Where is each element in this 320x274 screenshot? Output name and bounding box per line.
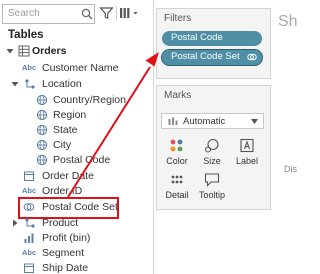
field-product[interactable]: Product bbox=[0, 216, 150, 231]
filter-icon[interactable] bbox=[99, 6, 114, 20]
field-label: Ship Date bbox=[42, 262, 89, 274]
data-pane: Search Tables Orders Abc Customer Name L… bbox=[0, 0, 154, 274]
label-button[interactable]: Label bbox=[233, 136, 261, 168]
color-button[interactable]: Color bbox=[163, 136, 191, 168]
chevron-down-icon bbox=[251, 119, 258, 124]
pill-label: Postal Code bbox=[171, 32, 223, 43]
field-label: City bbox=[53, 139, 72, 151]
bin-icon bbox=[24, 233, 34, 243]
field-city[interactable]: City bbox=[0, 138, 150, 153]
globe-icon bbox=[36, 124, 48, 136]
field-location[interactable]: Location bbox=[0, 77, 150, 92]
field-segment[interactable]: Abc Segment bbox=[0, 246, 150, 261]
field-label: Country/Region bbox=[53, 94, 126, 106]
field-profit-bin[interactable]: Profit (bin) bbox=[0, 231, 150, 246]
set-icon bbox=[247, 53, 257, 61]
field-country-region[interactable]: Country/Region bbox=[0, 93, 150, 108]
mark-type-icon bbox=[168, 117, 178, 125]
field-label: Order ID bbox=[42, 185, 83, 197]
color-label: Color bbox=[166, 156, 188, 166]
field-customer-name[interactable]: Abc Customer Name bbox=[0, 61, 150, 76]
field-label: Segment bbox=[42, 247, 85, 259]
table-icon bbox=[18, 45, 30, 57]
toolbar-divider bbox=[116, 6, 117, 20]
tables-heading: Tables bbox=[8, 29, 44, 41]
canvas-text: Dis bbox=[284, 164, 297, 174]
field-order-date[interactable]: Order Date bbox=[0, 169, 150, 184]
label-label: Label bbox=[235, 156, 259, 166]
filters-title: Filters bbox=[164, 13, 192, 24]
color-dots-icon bbox=[170, 139, 183, 152]
pill-label: Postal Code Set bbox=[171, 51, 240, 62]
marks-title: Marks bbox=[164, 90, 192, 101]
abc-string-icon: Abc bbox=[22, 63, 37, 72]
field-label: Orders bbox=[32, 45, 67, 57]
size-label: Size bbox=[203, 156, 221, 166]
detail-dots-icon bbox=[171, 175, 183, 184]
detail-button[interactable]: Detail bbox=[163, 170, 191, 202]
abc-string-icon: Abc bbox=[22, 186, 37, 195]
globe-icon bbox=[36, 94, 48, 106]
tooltip-button[interactable]: Tooltip bbox=[198, 170, 226, 202]
calendar-icon bbox=[24, 263, 34, 273]
field-label: Region bbox=[53, 109, 87, 121]
chevron-right-icon[interactable] bbox=[10, 218, 20, 228]
detail-label: Detail bbox=[165, 190, 189, 200]
field-label: Profit (bin) bbox=[42, 232, 91, 244]
chevron-down-icon[interactable] bbox=[5, 46, 15, 56]
calendar-icon bbox=[24, 171, 34, 181]
marks-card: Marks Automatic Color Size Label Detail … bbox=[156, 85, 271, 210]
mark-type-label: Automatic bbox=[183, 116, 226, 127]
mark-type-dropdown[interactable]: Automatic bbox=[161, 113, 264, 129]
field-label: Location bbox=[42, 78, 82, 90]
globe-icon bbox=[36, 154, 48, 166]
hierarchy-icon bbox=[25, 79, 35, 89]
globe-icon bbox=[36, 109, 48, 121]
filter-pill-postal-code-set[interactable]: Postal Code Set bbox=[161, 49, 263, 66]
label-icon bbox=[240, 138, 254, 153]
sheet-title: Sh bbox=[278, 13, 298, 30]
hierarchy-icon bbox=[25, 218, 35, 228]
abc-string-icon: Abc bbox=[22, 248, 37, 257]
size-button[interactable]: Size bbox=[198, 136, 226, 168]
size-icon bbox=[204, 138, 219, 153]
field-label: Order Date bbox=[42, 170, 94, 182]
field-region[interactable]: Region bbox=[0, 108, 150, 123]
field-label: Customer Name bbox=[42, 62, 119, 74]
chevron-down-icon[interactable] bbox=[10, 79, 20, 89]
field-label: State bbox=[53, 124, 78, 136]
field-ship-date[interactable]: Ship Date bbox=[0, 261, 150, 274]
field-label: Product bbox=[42, 217, 79, 229]
filters-shelf[interactable]: Filters Postal Code Postal Code Set bbox=[156, 8, 271, 79]
globe-icon bbox=[36, 139, 48, 151]
tooltip-icon bbox=[204, 173, 220, 187]
field-label: Postal Code bbox=[53, 154, 111, 166]
tooltip-label: Tooltip bbox=[198, 190, 225, 200]
field-state[interactable]: State bbox=[0, 123, 150, 138]
search-icon[interactable] bbox=[81, 8, 93, 20]
filter-pill-postal-code[interactable]: Postal Code bbox=[162, 31, 262, 46]
field-postal-code[interactable]: Postal Code bbox=[0, 153, 150, 168]
view-options-icon[interactable] bbox=[119, 6, 141, 20]
table-orders[interactable]: Orders bbox=[0, 44, 150, 59]
